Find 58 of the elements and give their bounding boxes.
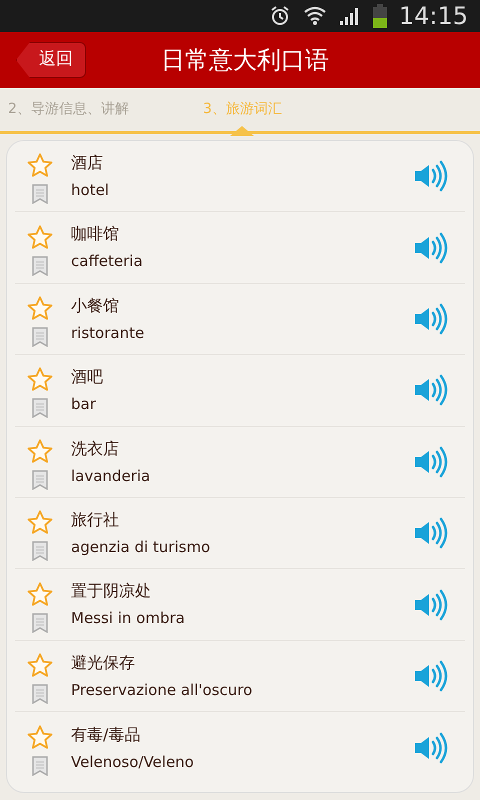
speaker-icon[interactable] [413,302,449,335]
status-time: 14:15 [398,1,468,32]
star-icon[interactable] [26,224,54,252]
chinese-word: 旅行社 [71,508,120,531]
bookmark-icon[interactable] [31,612,49,633]
speaker-icon[interactable] [413,660,449,692]
speaker-icon[interactable] [413,732,449,764]
bookmark-icon[interactable] [31,541,49,562]
italian-word: caffeteria [71,251,144,272]
wifi-icon [302,5,327,27]
italian-word: agenzia di turismo [71,536,212,558]
word-row[interactable]: 旅行社 agenzia di turismo [15,498,465,570]
chinese-word: 咖啡馆 [71,223,120,246]
italian-word: lavanderia [71,466,152,486]
star-icon[interactable] [26,652,54,680]
word-row[interactable]: 避光保存 Preservazione all'oscuro [15,640,465,712]
italian-word: Preservazione all'oscuro [71,680,254,701]
speaker-icon[interactable] [413,232,449,264]
speaker-icon[interactable] [413,160,449,192]
word-row[interactable]: 小餐馆 ristorante [15,284,465,356]
word-row[interactable]: 酒吧 bar [15,355,465,427]
italian-word: ristorante [71,322,146,344]
bookmark-icon[interactable] [31,326,49,347]
chinese-word: 酒店 [71,152,104,174]
chinese-word: 酒吧 [71,366,104,388]
chinese-word: 避光保存 [71,652,136,674]
star-icon[interactable] [26,294,54,323]
chinese-word: 置于阴凉处 [71,580,152,602]
bookmark-icon[interactable] [31,398,49,418]
chinese-word: 洗衣店 [71,438,120,460]
bookmark-icon[interactable] [31,470,49,490]
chinese-word: 小餐馆 [71,294,120,317]
star-icon[interactable] [26,580,54,609]
italian-word: Velenoso/Veleno [71,752,195,773]
signal-icon [338,6,361,26]
word-row[interactable]: 咖啡馆 caffeteria [15,212,465,284]
star-icon[interactable] [26,438,54,466]
speaker-icon[interactable] [413,374,449,406]
star-icon[interactable] [26,724,54,752]
italian-word: Messi in ombra [71,608,186,630]
italian-word: hotel [71,180,110,201]
bookmark-icon[interactable] [31,756,49,776]
alarm-icon [268,5,291,27]
italian-word: bar [71,394,97,416]
bookmark-icon[interactable] [31,256,49,276]
word-row[interactable]: 洗衣店 lavanderia [15,426,465,498]
back-button[interactable]: 返回 [16,42,86,78]
speaker-icon[interactable] [413,588,449,621]
chinese-word: 有毒/毒品 [71,724,142,746]
bookmark-icon[interactable] [31,184,49,204]
word-row[interactable]: 有毒/毒品 Velenoso/Veleno [15,712,465,784]
battery-icon [372,4,387,28]
page-title: 日常意大利口语 [161,45,329,76]
word-row[interactable]: 酒店 hotel [15,141,465,212]
speaker-icon[interactable] [413,446,449,478]
word-row[interactable]: 置于阴凉处 Messi in ombra [15,569,465,641]
bookmark-icon[interactable] [31,684,49,704]
speaker-icon[interactable] [413,517,449,550]
